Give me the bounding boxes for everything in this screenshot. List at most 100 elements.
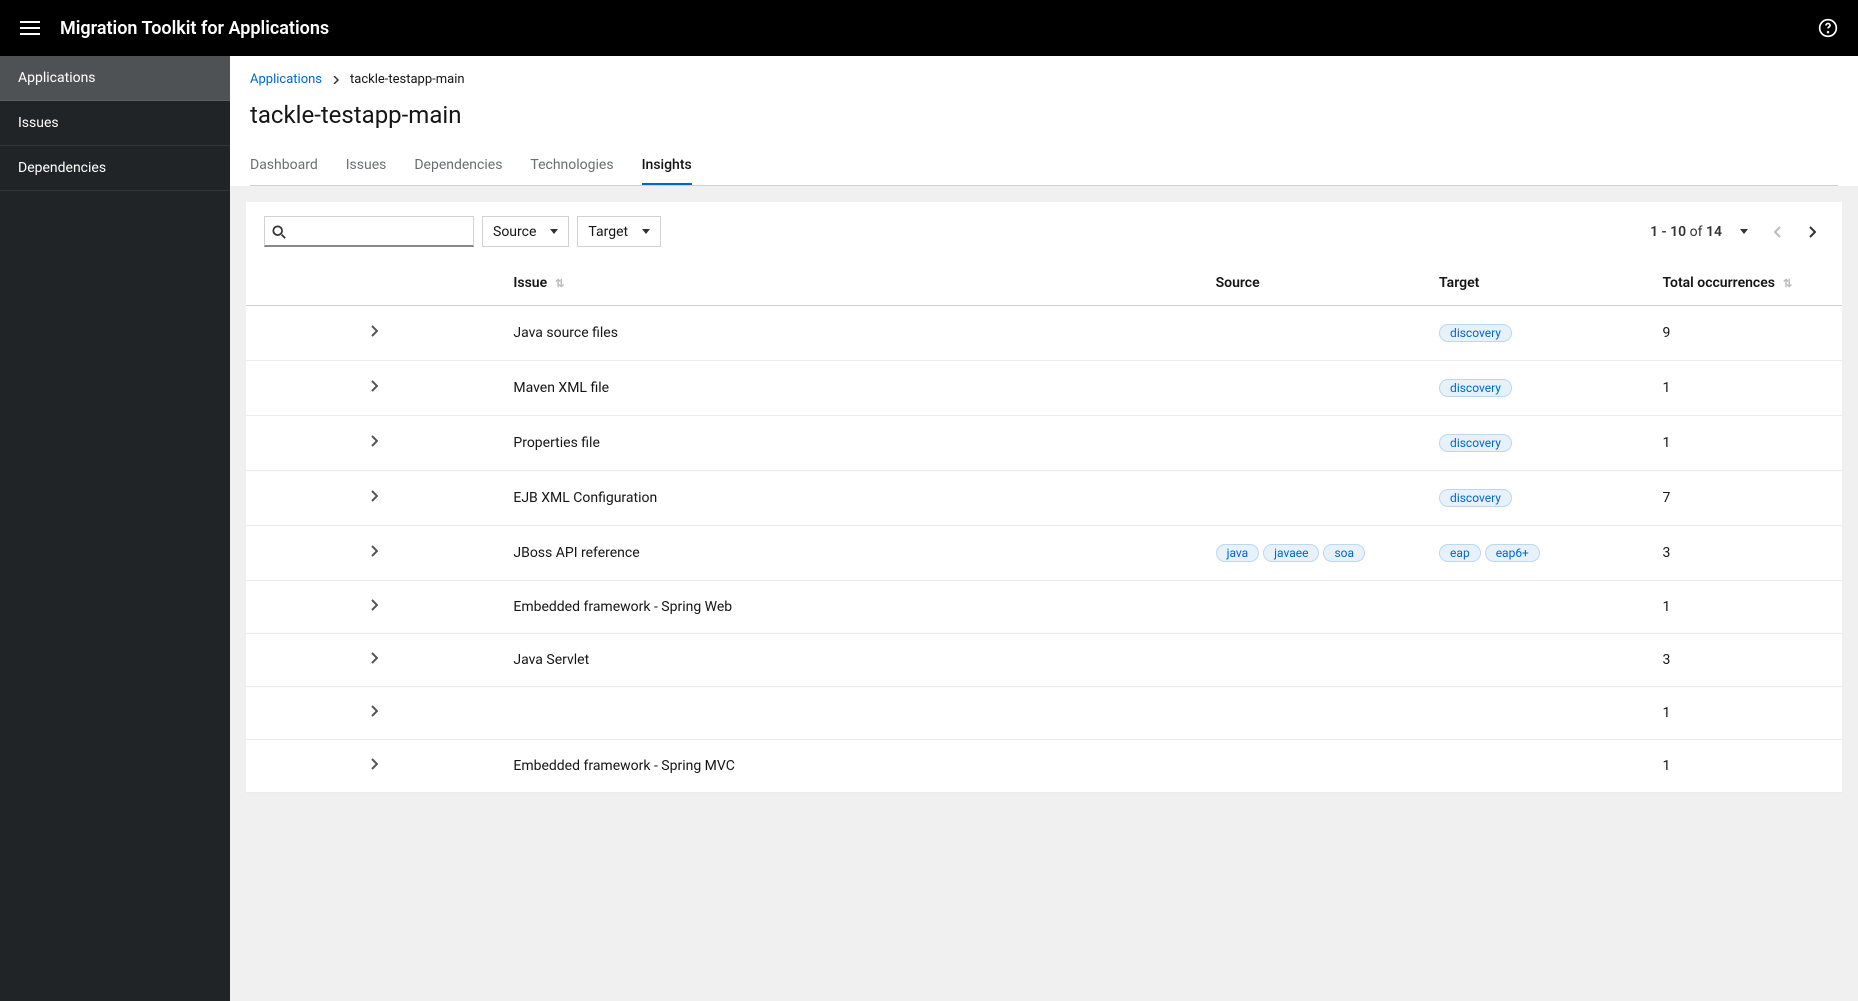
tag-badge: discovery <box>1439 489 1512 507</box>
expand-row-button[interactable] <box>370 652 378 664</box>
cell-issue: Properties file <box>501 416 1203 471</box>
table-row: Embedded framework - Spring Web 1 <box>246 581 1842 634</box>
sidebar: ApplicationsIssuesDependencies <box>0 56 230 1001</box>
insights-panel: SourceTarget 1 - 10 of 14 <box>246 202 1842 793</box>
tag-badge: javaee <box>1263 544 1319 562</box>
insights-table: Issue⇅ Source Target Total occurrences⇅ … <box>246 261 1842 793</box>
column-header-total[interactable]: Total occurrences⇅ <box>1650 261 1842 306</box>
help-icon <box>1818 18 1838 38</box>
expand-row-button[interactable] <box>370 758 378 770</box>
table-row: JBoss API referencejavajavaeesoaeapeap6+… <box>246 526 1842 581</box>
page-title: tackle-testapp-main <box>250 101 1838 129</box>
cell-target: discovery <box>1427 361 1650 416</box>
cell-total: 1 <box>1650 581 1842 634</box>
column-header-issue[interactable]: Issue⇅ <box>501 261 1203 306</box>
cell-target <box>1427 581 1650 634</box>
tag-badge: discovery <box>1439 434 1512 452</box>
column-header-target: Target <box>1427 261 1650 306</box>
table-row: Java Servlet 3 <box>246 634 1842 687</box>
cell-issue: JBoss API reference <box>501 526 1203 581</box>
cell-source: javajavaeesoa <box>1204 526 1427 581</box>
tab[interactable]: Insights <box>642 147 692 185</box>
table-row: EJB XML Configuration discovery 7 <box>246 471 1842 526</box>
cell-total: 1 <box>1650 416 1842 471</box>
cell-issue: Embedded framework - Spring Web <box>501 581 1203 634</box>
main-content: Applications tackle-testapp-main tackle-… <box>230 56 1858 1001</box>
cell-source <box>1204 634 1427 687</box>
tag-badge: discovery <box>1439 324 1512 342</box>
expand-row-button[interactable] <box>370 380 378 392</box>
cell-source <box>1204 306 1427 361</box>
cell-target: eapeap6+ <box>1427 526 1650 581</box>
cell-total: 9 <box>1650 306 1842 361</box>
tab[interactable]: Issues <box>346 147 387 185</box>
cell-target: discovery <box>1427 416 1650 471</box>
expand-row-button[interactable] <box>370 325 378 337</box>
search-box <box>264 216 474 247</box>
cell-source <box>1204 740 1427 793</box>
chevron-left-icon <box>1774 226 1782 238</box>
chevron-right-icon <box>1808 226 1816 238</box>
tab-content: SourceTarget 1 - 10 of 14 <box>230 186 1858 1001</box>
menu-toggle-button[interactable] <box>20 21 40 35</box>
cell-source <box>1204 361 1427 416</box>
tab[interactable]: Dependencies <box>414 147 502 185</box>
header-left: Migration Toolkit for Applications <box>20 18 329 39</box>
tag-badge: eap6+ <box>1485 544 1540 562</box>
table-row: Embedded framework - Spring MVC 1 <box>246 740 1842 793</box>
expand-row-button[interactable] <box>370 705 378 717</box>
table-row: Java source files discovery 9 <box>246 306 1842 361</box>
expand-row-button[interactable] <box>370 545 378 557</box>
cell-total: 7 <box>1650 471 1842 526</box>
filter-dropdown[interactable]: Source <box>482 216 569 247</box>
filter-dropdown[interactable]: Target <box>577 216 661 247</box>
cell-total: 1 <box>1650 740 1842 793</box>
prev-page-button[interactable] <box>1766 220 1790 244</box>
caret-down-icon <box>1740 229 1748 234</box>
toolbar: Source Target 1 - 10 of 14 <box>246 202 1842 261</box>
cell-source <box>1204 687 1427 740</box>
cell-issue: Java source files <box>501 306 1203 361</box>
toolbar-left: Source Target <box>264 216 661 247</box>
cell-source <box>1204 416 1427 471</box>
table-row: Properties file discovery 1 <box>246 416 1842 471</box>
app-header: Migration Toolkit for Applications <box>0 0 1858 56</box>
toolbar-right: 1 - 10 of 14 <box>1650 220 1824 244</box>
cell-issue: EJB XML Configuration <box>501 471 1203 526</box>
cell-issue: Maven XML file <box>501 361 1203 416</box>
tag-badge: java <box>1216 544 1260 562</box>
sidebar-item[interactable]: Applications <box>0 56 230 101</box>
next-page-button[interactable] <box>1800 220 1824 244</box>
search-icon <box>272 225 286 239</box>
cell-target: discovery <box>1427 471 1650 526</box>
cell-target: discovery <box>1427 306 1650 361</box>
cell-issue: Embedded framework - Spring MVC <box>501 740 1203 793</box>
sidebar-item[interactable]: Dependencies <box>0 146 230 191</box>
cell-total: 1 <box>1650 687 1842 740</box>
table-row: Maven XML filediscovery1 <box>246 361 1842 416</box>
caret-down-icon <box>550 229 558 234</box>
tab[interactable]: Technologies <box>530 147 613 185</box>
sort-icon: ⇅ <box>1783 277 1792 290</box>
app-title: Migration Toolkit for Applications <box>60 18 329 39</box>
cell-issue: Java Servlet <box>501 634 1203 687</box>
cell-source <box>1204 471 1427 526</box>
breadcrumb: Applications tackle-testapp-main <box>250 72 1838 87</box>
help-button[interactable] <box>1818 18 1838 38</box>
page-header: Applications tackle-testapp-main tackle-… <box>230 56 1858 186</box>
cell-target <box>1427 740 1650 793</box>
sidebar-item[interactable]: Issues <box>0 101 230 146</box>
column-header-source: Source <box>1204 261 1427 306</box>
search-input[interactable] <box>264 216 474 247</box>
expand-row-button[interactable] <box>370 599 378 611</box>
chevron-right-icon <box>332 76 340 84</box>
breadcrumb-root-link[interactable]: Applications <box>250 72 322 87</box>
expand-row-button[interactable] <box>370 435 378 447</box>
per-page-dropdown[interactable] <box>1732 220 1756 244</box>
cell-total: 3 <box>1650 634 1842 687</box>
caret-down-icon <box>642 229 650 234</box>
expand-row-button[interactable] <box>370 490 378 502</box>
table-row: 1 <box>246 687 1842 740</box>
cell-source <box>1204 581 1427 634</box>
tab[interactable]: Dashboard <box>250 147 318 185</box>
